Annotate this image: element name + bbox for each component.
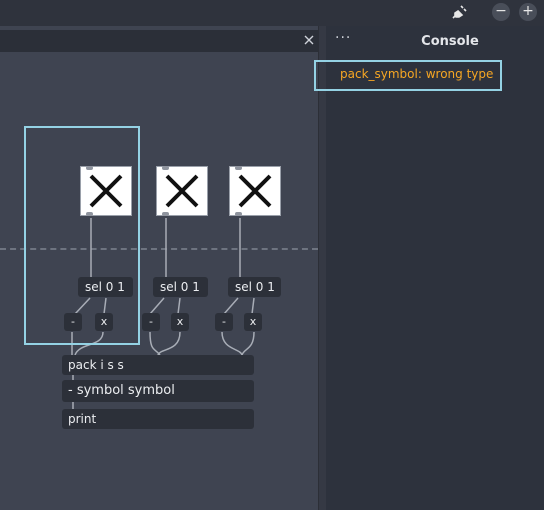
pack-object[interactable]: pack i s s xyxy=(62,355,254,375)
sel-object-2[interactable]: sel 0 1 xyxy=(153,277,208,297)
message-box[interactable]: - symbol symbol xyxy=(62,380,254,402)
toggle-x-icon xyxy=(89,174,123,208)
console-title: Console xyxy=(421,34,479,49)
object-search-bar xyxy=(0,30,320,53)
times-object-2[interactable]: x xyxy=(171,313,189,331)
console-menu-button[interactable]: ··· xyxy=(335,30,351,46)
minus-object-2[interactable]: - xyxy=(142,313,160,331)
top-toolbar: − + xyxy=(0,0,544,26)
print-object[interactable]: print xyxy=(62,409,254,429)
console-message-highlight: pack_symbol: wrong type xyxy=(314,60,502,91)
minus-object-1[interactable]: - xyxy=(64,313,82,331)
plugin-icon[interactable] xyxy=(452,4,468,20)
toggle-2[interactable] xyxy=(156,166,208,216)
times-object-1[interactable]: x xyxy=(95,313,113,331)
times-object-3[interactable]: x xyxy=(244,313,262,331)
toggle-x-icon xyxy=(238,174,272,208)
search-input[interactable] xyxy=(0,32,304,50)
zoom-out-button[interactable]: − xyxy=(492,3,510,21)
toggle-3[interactable] xyxy=(229,166,281,216)
sel-object-1[interactable]: sel 0 1 xyxy=(78,277,133,297)
sel-object-3[interactable]: sel 0 1 xyxy=(228,277,281,297)
toggle-1[interactable] xyxy=(80,166,132,216)
patch-canvas[interactable]: sel 0 1 sel 0 1 sel 0 1 - x - x - x pack… xyxy=(0,52,318,510)
console-error-message[interactable]: pack_symbol: wrong type xyxy=(340,67,493,81)
zoom-in-button[interactable]: + xyxy=(519,3,537,21)
selection-highlight xyxy=(24,126,140,345)
close-icon[interactable] xyxy=(302,33,316,47)
console-panel xyxy=(326,26,544,510)
toggle-x-icon xyxy=(165,174,199,208)
minus-object-3[interactable]: - xyxy=(215,313,233,331)
